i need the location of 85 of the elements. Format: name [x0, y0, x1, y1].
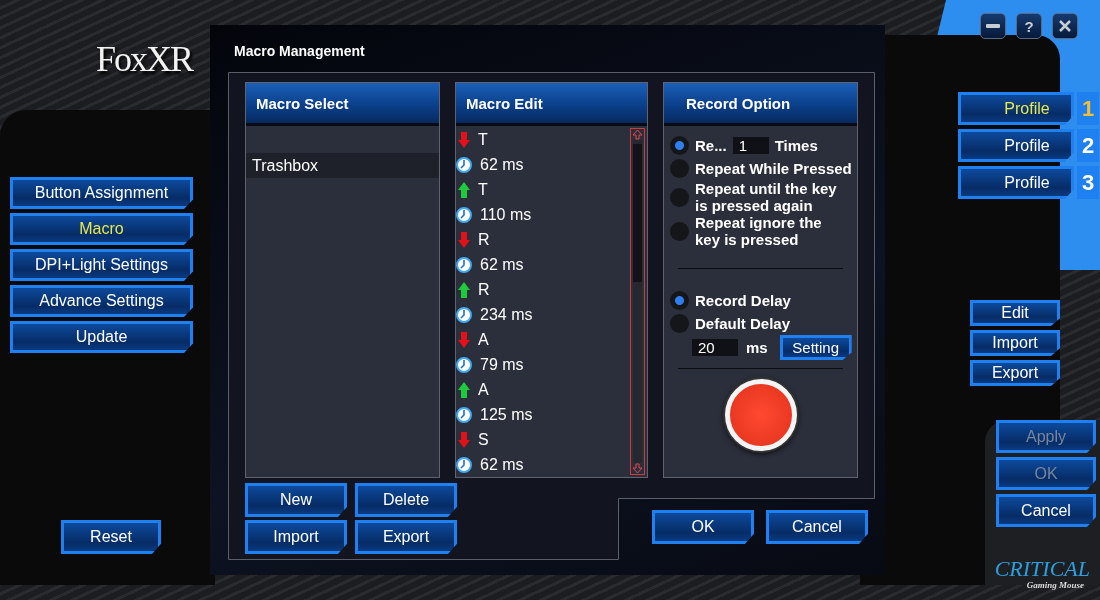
minus-icon [986, 24, 1000, 28]
down-arrow-icon [458, 231, 470, 248]
sidebar-item[interactable]: Advance Settings [10, 285, 193, 317]
macro-step: S [478, 430, 489, 449]
macro-step: R [478, 280, 490, 299]
radio-button[interactable] [670, 221, 689, 241]
macro-list-item[interactable]: Trashbox [246, 153, 439, 178]
profile-number: 2 [1077, 129, 1099, 162]
scroll-thumb[interactable] [633, 144, 642, 282]
profile-number: 3 [1077, 166, 1099, 199]
profile-action-button[interactable]: Edit [970, 300, 1060, 326]
list-action-button[interactable]: Import [245, 520, 347, 554]
clock-icon [456, 256, 472, 273]
footer-logo-subtitle: Gaming Mouse [1026, 580, 1085, 590]
panel-header: Macro Edit [456, 83, 647, 126]
sidebar-item[interactable]: DPI+Light Settings [10, 249, 193, 281]
up-arrow-icon [458, 381, 470, 398]
dialog-button[interactable]: OK [652, 510, 754, 544]
panel-header: Macro Select [246, 83, 439, 126]
macro-step: A [478, 380, 489, 399]
radio-button[interactable] [670, 187, 689, 207]
macro-step: T [478, 130, 488, 149]
profile-number: 1 [1077, 92, 1099, 125]
up-arrow-icon [458, 281, 470, 298]
option-label: Record Delay [695, 292, 791, 309]
profile-action-button[interactable]: Import [970, 330, 1060, 356]
scroll-up-icon[interactable] [632, 129, 643, 140]
scrollbar[interactable] [630, 128, 645, 475]
option-label: Times [774, 137, 818, 154]
profile-action-button[interactable]: Export [970, 360, 1060, 386]
macro-step: A [478, 330, 489, 349]
sidebar-item[interactable]: Macro [10, 213, 193, 245]
profile-button[interactable]: Profile [958, 129, 1074, 162]
down-arrow-icon [458, 331, 470, 348]
panel-header: Record Option [664, 83, 857, 126]
clock-icon [456, 306, 472, 323]
macro-step: 62 ms [480, 155, 524, 174]
close-button[interactable] [1052, 13, 1078, 39]
close-icon [1059, 20, 1071, 32]
footer-logo: CRITICAL [994, 558, 1090, 580]
macro-step: 62 ms [480, 455, 524, 474]
down-arrow-icon [458, 131, 470, 148]
minimize-button[interactable] [980, 13, 1006, 39]
macro-step: T [478, 180, 488, 199]
clock-icon [456, 206, 472, 223]
option-label: Re... [695, 137, 727, 154]
record-button[interactable] [724, 379, 797, 451]
radio-button[interactable] [670, 136, 689, 155]
clock-icon [456, 156, 472, 173]
macro-step: 234 ms [480, 305, 533, 324]
macro-step: 125 ms [480, 405, 533, 424]
scroll-down-icon[interactable] [632, 463, 643, 474]
option-label: Repeat until the key is pressed again [695, 180, 837, 214]
dialog-button[interactable]: Cancel [766, 510, 868, 544]
up-arrow-icon [458, 181, 470, 198]
brand-logo: FoxXR [96, 38, 193, 80]
option-label: Default Delay [695, 315, 791, 332]
option-label: Repeat ignore the key is pressed [695, 214, 822, 248]
list-action-button[interactable]: Delete [355, 483, 457, 517]
profile-button[interactable]: Profile [958, 166, 1074, 199]
repeat-count-field[interactable]: 1 [732, 137, 769, 154]
macro-step: R [478, 230, 490, 249]
action-button[interactable]: Cancel [996, 494, 1096, 527]
down-arrow-icon [458, 431, 470, 448]
macro-step: 62 ms [480, 255, 524, 274]
list-action-button[interactable]: New [245, 483, 347, 517]
sidebar-item[interactable]: Button Assignment [10, 177, 193, 209]
clock-icon [456, 456, 472, 473]
unit-label: ms [746, 339, 768, 356]
delay-field[interactable]: 20 [692, 339, 738, 356]
setting-button[interactable]: Setting [779, 335, 852, 360]
reset-button[interactable]: Reset [61, 520, 161, 554]
radio-button[interactable] [670, 291, 689, 310]
dialog-title: Macro Management [234, 43, 365, 59]
sidebar-item[interactable]: Update [10, 321, 193, 353]
list-action-button[interactable]: Export [355, 520, 457, 554]
clock-icon [456, 406, 472, 423]
option-label: Repeat While Pressed [695, 160, 852, 177]
profile-button[interactable]: Profile [958, 92, 1074, 125]
help-button[interactable]: ? [1016, 13, 1042, 39]
clock-icon [456, 356, 472, 373]
radio-button[interactable] [670, 159, 689, 178]
macro-step: 79 ms [480, 355, 524, 374]
macro-step: 110 ms [480, 205, 532, 224]
radio-button[interactable] [670, 314, 689, 333]
